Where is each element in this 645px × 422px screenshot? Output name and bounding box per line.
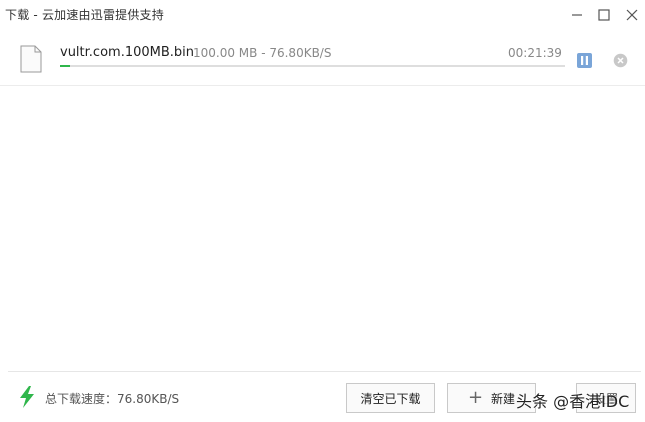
delete-button[interactable] (613, 53, 628, 68)
close-icon (626, 9, 638, 21)
lightning-icon (20, 386, 34, 408)
minimize-icon (572, 14, 582, 16)
title-bar: 下载 - 云加速由迅雷提供支持 (0, 0, 645, 30)
download-progress-bar (60, 65, 565, 67)
download-size-speed: 100.00 MB - 76.80KB/S (193, 46, 332, 60)
maximize-icon (598, 9, 610, 21)
pause-button[interactable] (577, 53, 592, 68)
window-title: 下载 - 云加速由迅雷提供支持 (5, 8, 164, 22)
pause-icon (581, 56, 588, 65)
plus-icon: + (467, 387, 484, 408)
file-icon (20, 45, 42, 73)
total-speed-label: 总下载速度：76.80KB/S (45, 392, 180, 406)
minimize-button[interactable] (564, 0, 590, 30)
delete-icon (613, 53, 628, 68)
clear-downloaded-button[interactable]: 清空已下载 (346, 383, 435, 413)
watermark: 头条 @香港IDC (516, 392, 630, 411)
maximize-button[interactable] (591, 0, 617, 30)
download-time-left: 00:21:39 (508, 46, 562, 60)
close-button[interactable] (619, 0, 645, 30)
download-filename: vultr.com.100MB.bin (60, 45, 195, 60)
new-download-label: 新建 (491, 391, 516, 406)
download-item[interactable]: vultr.com.100MB.bin 100.00 MB - 76.80KB/… (0, 30, 645, 86)
download-progress-fill (60, 65, 71, 67)
